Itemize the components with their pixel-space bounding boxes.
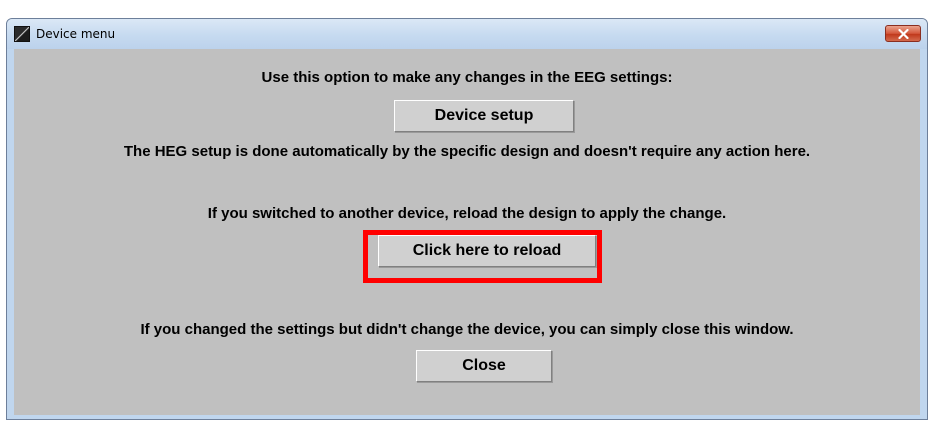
device-menu-window: Device menu Use this option to make any … — [6, 18, 928, 420]
title-bar: Device menu — [7, 19, 927, 49]
heg-info-text: The HEG setup is done automatically by t… — [123, 143, 811, 160]
window-close-button[interactable] — [885, 25, 921, 42]
close-instruction-text: If you changed the settings but didn't c… — [140, 321, 794, 338]
device-setup-button[interactable]: Device setup — [394, 100, 574, 132]
switch-device-text: If you switched to another device, reloa… — [207, 205, 727, 222]
reload-highlight-box — [363, 230, 602, 283]
eeg-instruction-text: Use this option to make any changes in t… — [261, 69, 673, 86]
close-icon — [898, 29, 909, 39]
close-button[interactable]: Close — [416, 350, 552, 382]
app-icon — [14, 26, 30, 42]
window-title: Device menu — [36, 27, 116, 41]
